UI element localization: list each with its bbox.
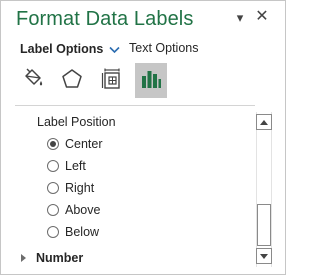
tab-label-options[interactable]	[135, 63, 167, 95]
arrow-down-icon	[260, 253, 268, 259]
chevron-down-icon[interactable]	[108, 43, 121, 56]
radio-button-left[interactable]	[47, 160, 59, 172]
radio-label-right: Right	[65, 181, 95, 195]
radio-left[interactable]: Left	[47, 158, 86, 174]
section-number-expander[interactable]: Number	[21, 250, 83, 266]
arrow-up-icon	[260, 119, 268, 125]
format-data-labels-pane: Format Data Labels ▾ ✕ Label Options Tex…	[0, 0, 286, 275]
scrollbar-thumb[interactable]	[257, 204, 271, 246]
label-options-label[interactable]: Label Options	[20, 42, 103, 56]
bar-chart-icon	[142, 71, 161, 88]
radio-below[interactable]: Below	[47, 224, 99, 240]
tab-size-properties[interactable]	[96, 63, 128, 95]
label-position-heading: Label Position	[37, 115, 116, 129]
close-icon[interactable]: ✕	[253, 9, 271, 25]
radio-button-center[interactable]	[47, 138, 59, 150]
pane-title: Format Data Labels	[16, 8, 194, 30]
scroll-up-button[interactable]	[256, 114, 272, 130]
triangle-right-icon	[21, 254, 26, 262]
divider	[15, 105, 255, 106]
paint-bucket-icon	[25, 68, 43, 86]
selected-tab-indicator	[135, 95, 167, 98]
radio-label-below: Below	[65, 225, 100, 239]
pane-options-dropdown[interactable]: ▾	[232, 10, 248, 26]
radio-label-above: Above	[65, 203, 101, 217]
radio-label-left: Left	[65, 159, 86, 173]
label-options-selector[interactable]: Label Options	[20, 41, 121, 57]
text-options-tab[interactable]: Text Options	[129, 41, 198, 55]
tab-fill-line[interactable]	[17, 63, 49, 95]
radio-right[interactable]: Right	[47, 180, 94, 196]
tab-effects[interactable]	[56, 63, 88, 95]
radio-label-center: Center	[65, 137, 103, 151]
scroll-down-button[interactable]	[256, 248, 272, 264]
radio-button-right[interactable]	[47, 182, 59, 194]
pentagon-icon	[62, 69, 82, 88]
radio-button-below[interactable]	[47, 226, 59, 238]
radio-center[interactable]: Center	[47, 136, 103, 152]
radio-above[interactable]: Above	[47, 202, 100, 218]
section-number-label: Number	[36, 251, 84, 265]
radio-button-above[interactable]	[47, 204, 59, 216]
size-properties-icon	[101, 68, 120, 89]
